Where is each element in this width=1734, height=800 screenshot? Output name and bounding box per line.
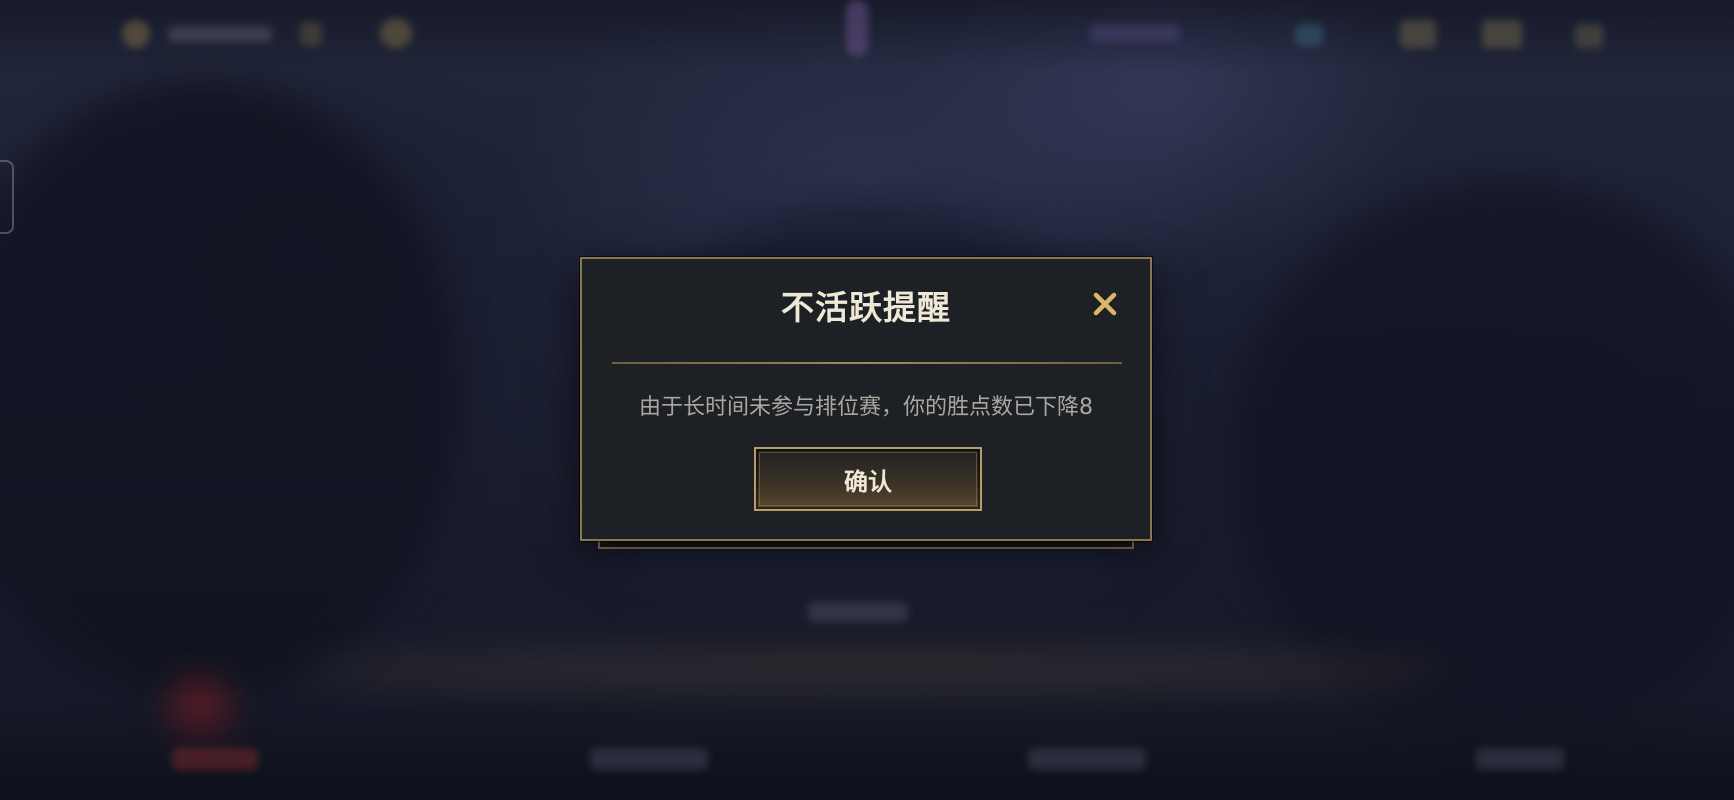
inactivity-dialog: 不活跃提醒 由于长时间未参与排位赛，你的胜点数已下降8 确认 [580,257,1152,541]
confirm-button[interactable]: 确认 [754,447,982,511]
dialog-divider [612,362,1122,364]
close-icon [1093,292,1117,316]
game-background: 不活跃提醒 由于长时间未参与排位赛，你的胜点数已下降8 确认 [0,0,1734,800]
dialog-message: 由于长时间未参与排位赛，你的胜点数已下降8 [639,395,1093,420]
close-button[interactable] [1086,285,1124,323]
dialog-title: 不活跃提醒 [781,288,951,327]
dialog-bottom-trim [598,541,1134,549]
